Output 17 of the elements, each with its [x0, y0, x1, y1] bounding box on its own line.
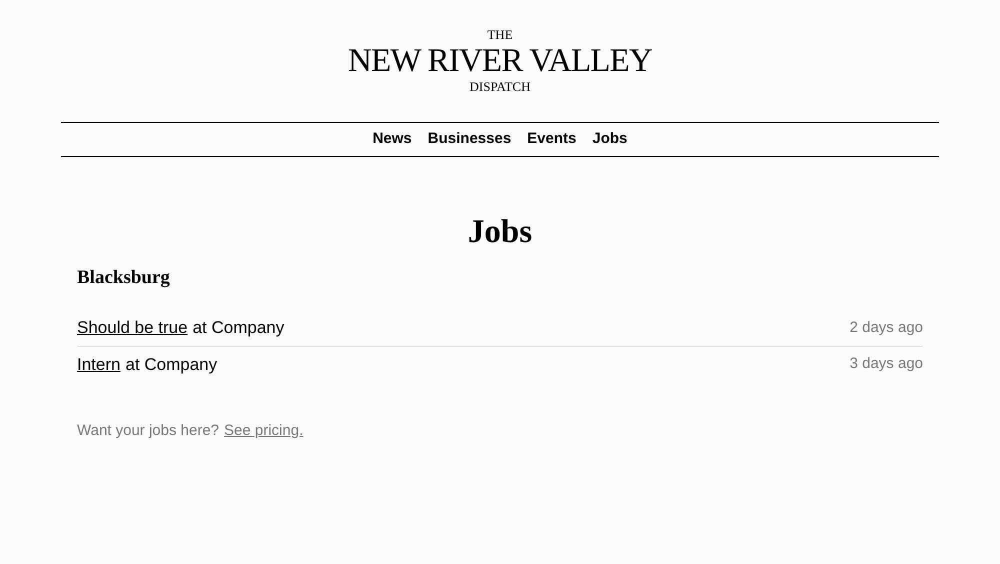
company-text: at Company	[192, 317, 284, 340]
masthead-title: NEW RIVER VALLEY	[348, 43, 652, 79]
posted-time: 2 days ago	[850, 318, 923, 338]
page-heading: Jobs	[466, 213, 534, 252]
masthead-top: THE	[487, 27, 513, 43]
company-text: at Company	[125, 354, 218, 376]
nav-link[interactable]: Jobs	[592, 128, 628, 151]
pricing-link[interactable]: See pricing.	[224, 420, 304, 442]
job-title-link[interactable]: Should be true	[77, 315, 188, 341]
nav-link[interactable]: Businesses	[428, 128, 512, 151]
location-heading: Blacksburg	[77, 266, 171, 290]
nav-link[interactable]: News	[372, 128, 412, 151]
footer-text: Want your jobs here?	[77, 421, 220, 441]
job-title-link[interactable]: Intern	[77, 352, 120, 378]
nav-link[interactable]: Events	[527, 128, 576, 151]
masthead-bottom: DISPATCH	[470, 79, 530, 95]
posted-time: 3 days ago	[850, 354, 923, 374]
